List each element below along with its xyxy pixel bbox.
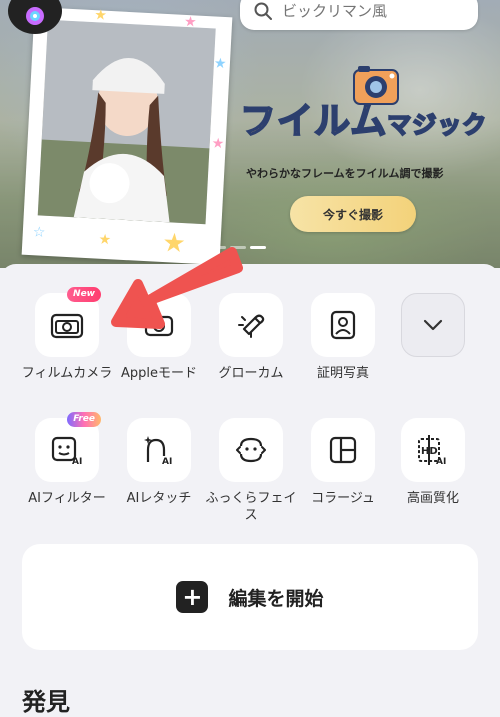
tool-id-photo[interactable]: 証明写真 xyxy=(297,293,389,382)
plump-face-icon xyxy=(236,437,266,463)
tool-tile[interactable] xyxy=(219,418,283,482)
tool-tile[interactable] xyxy=(311,293,375,357)
tool-ai-retouch[interactable]: AI AIレタッチ xyxy=(113,418,205,507)
star-decoration: ★ xyxy=(213,55,227,73)
tool-label: Appleモード xyxy=(120,366,197,381)
new-badge: New xyxy=(67,287,101,302)
tool-hd-upscale[interactable]: HD AI 高画質化 xyxy=(387,418,479,507)
banner-photo xyxy=(37,19,216,225)
tool-tile[interactable] xyxy=(127,293,191,357)
tool-glow-cam[interactable]: グローカム xyxy=(205,293,297,382)
ai-retouch-icon: AI xyxy=(144,436,172,466)
svg-text:HD: HD xyxy=(421,446,438,457)
star-decoration: ★ xyxy=(211,135,225,153)
hd-ai-icon: HD AI xyxy=(418,435,446,466)
pager-dot xyxy=(210,246,226,249)
more-tools-button[interactable] xyxy=(401,293,465,357)
tool-label: コラージュ xyxy=(311,491,375,506)
search-icon xyxy=(254,2,272,20)
svg-text:AI: AI xyxy=(72,457,82,466)
free-badge: Free xyxy=(67,412,101,427)
tool-tile[interactable] xyxy=(219,293,283,357)
glow-cam-icon xyxy=(238,314,265,338)
star-decoration: ★ xyxy=(161,228,187,260)
tool-label: ふっくらフェイス xyxy=(205,491,297,523)
tools-sheet: New フィルムカメラ Appleモード グローカム 証明写真 AI Free … xyxy=(0,264,500,716)
shoot-now-button[interactable]: 今すぐ撮影 xyxy=(290,196,416,232)
tool-label: 証明写真 xyxy=(316,366,369,381)
tool-label: 高画質化 xyxy=(406,491,459,506)
tool-label: AIフィルター xyxy=(28,491,106,506)
tool-tile[interactable]: HD AI xyxy=(401,418,465,482)
pager-dot-active xyxy=(250,246,266,249)
tool-label: グローカム xyxy=(218,366,284,381)
star-decoration: ★ xyxy=(183,13,198,31)
tool-apple-mode[interactable]: Appleモード xyxy=(113,293,205,382)
banner-title-main: フイルム xyxy=(239,100,388,143)
banner-pager xyxy=(210,246,266,249)
svg-text:AI: AI xyxy=(436,457,446,466)
tool-more[interactable] xyxy=(387,293,479,357)
tool-tile[interactable]: AI xyxy=(127,418,191,482)
apple-mode-icon xyxy=(144,315,174,337)
search-bar[interactable] xyxy=(240,0,478,30)
tool-film-camera[interactable]: New フィルムカメラ xyxy=(21,287,113,382)
tool-tile[interactable] xyxy=(311,418,375,482)
tool-tile[interactable]: AI Free xyxy=(35,412,101,482)
tool-ai-filter[interactable]: AI Free AIフィルター xyxy=(21,412,113,507)
tool-label: AIレタッチ xyxy=(126,491,192,506)
star-decoration: ★ xyxy=(98,231,112,249)
tool-tile[interactable]: New xyxy=(35,287,101,357)
star-decoration: ☆ xyxy=(32,224,46,241)
hero-banner[interactable]: ★ ★ ★ ★ ★ ☆ ★ ★ フイルムマジック やわらかなフレームをフイルム調… xyxy=(0,0,500,268)
banner-subtitle: やわらかなフレームをフイルム調で撮影 xyxy=(246,167,444,180)
plus-icon: + xyxy=(176,581,209,613)
app-logo-icon xyxy=(26,7,44,25)
ai-filter-icon: AI xyxy=(51,436,82,466)
search-input[interactable] xyxy=(280,1,474,21)
polaroid-frame: ★ ★ ★ ★ ★ ☆ ★ ★ xyxy=(21,6,233,266)
banner-title: フイルムマジック xyxy=(239,92,487,144)
id-photo-icon xyxy=(330,310,356,340)
start-editing-label: 編集を開始 xyxy=(228,587,324,610)
chevron-down-icon xyxy=(423,319,443,331)
start-editing-button[interactable]: + 編集を開始 xyxy=(22,544,478,650)
film-camera-icon xyxy=(50,313,84,339)
tool-collage[interactable]: コラージュ xyxy=(297,418,389,507)
tool-plump-face[interactable]: ふっくらフェイス xyxy=(205,418,297,524)
star-decoration: ★ xyxy=(93,7,108,24)
banner-title-small: マジック xyxy=(386,110,488,140)
collage-icon xyxy=(329,436,357,464)
pager-dot xyxy=(230,246,246,249)
tool-label: フィルムカメラ xyxy=(21,366,113,381)
svg-text:AI: AI xyxy=(162,457,172,466)
